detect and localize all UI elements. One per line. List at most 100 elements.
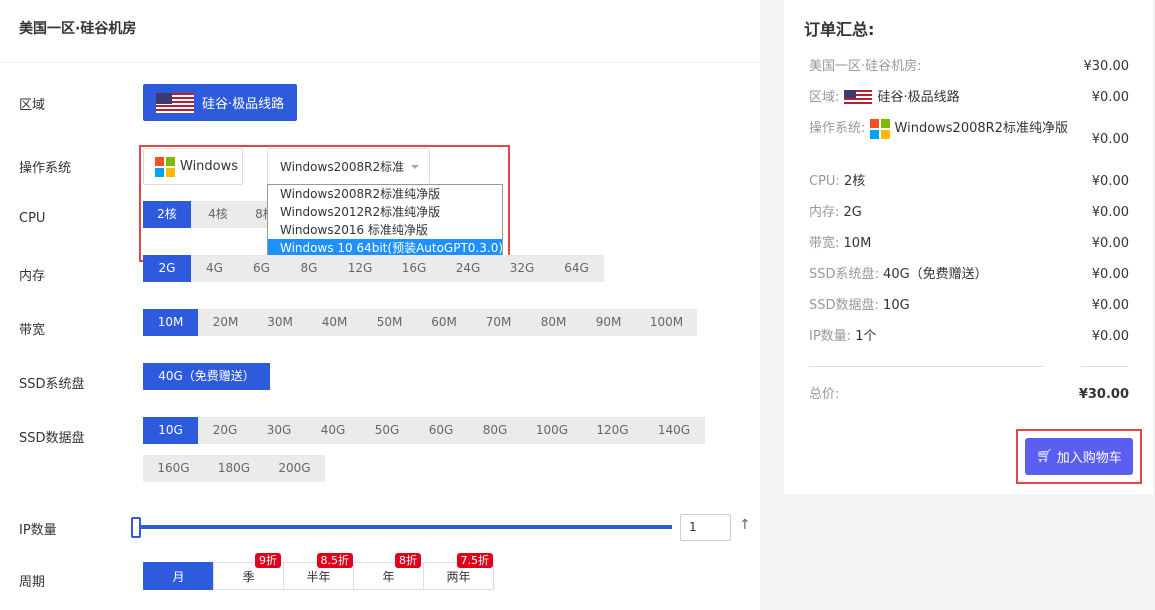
page-title: 美国一区·硅谷机房 <box>19 21 137 37</box>
ssd-data-option[interactable]: 140G <box>643 417 705 444</box>
discount-badge: 8.5折 <box>316 553 353 568</box>
ip-slider-track[interactable] <box>136 525 672 529</box>
os-label: 操作系统 <box>19 161 72 176</box>
bandwidth-option[interactable]: 100M <box>636 309 697 336</box>
period-option[interactable]: 月 <box>143 562 214 590</box>
ssd-system-label: SSD系统盘 <box>19 377 85 392</box>
bandwidth-option[interactable]: 40M <box>307 309 362 336</box>
ip-count-input[interactable]: 1 <box>680 514 731 541</box>
ssd-system-option[interactable]: 40G（免费赠送） <box>143 363 270 390</box>
summary-row-value: 1个 <box>855 329 877 344</box>
summary-row-value: 2核 <box>843 174 866 189</box>
bandwidth-label: 带宽 <box>19 323 46 338</box>
memory-option[interactable]: 8G <box>285 255 333 282</box>
summary-row-value: 硅谷·极品线路 <box>877 90 960 105</box>
ip-slider-handle[interactable] <box>131 517 141 538</box>
bandwidth-option[interactable]: 10M <box>143 309 198 336</box>
windows-icon <box>869 118 890 139</box>
ssd-data-option[interactable]: 160G <box>143 455 204 482</box>
ssd-data-option[interactable]: 20G <box>198 417 252 444</box>
summary-row-value: 2G <box>843 205 862 220</box>
region-option-button[interactable]: 硅谷·极品线路 <box>143 84 297 121</box>
summary-row-label: 美国一区·硅谷机房: <box>809 59 922 74</box>
ssd-data-option[interactable]: 100G <box>522 417 582 444</box>
memory-options: 2G 4G 6G 8G 12G 16G 24G 32G 64G <box>143 255 604 282</box>
memory-option[interactable]: 32G <box>495 255 549 282</box>
period-option-label: 季 <box>242 570 255 584</box>
period-option-label: 年 <box>382 570 395 584</box>
ssd-data-option[interactable]: 180G <box>204 455 264 482</box>
ip-count-label: IP数量 <box>19 523 57 538</box>
arrow-up-icon[interactable]: ↑ <box>739 517 751 533</box>
ssd-data-options-row1: 10G 20G 30G 40G 50G 60G 80G 100G 120G 14… <box>143 417 705 444</box>
ssd-data-option[interactable]: 60G <box>414 417 468 444</box>
divider <box>809 366 1043 367</box>
period-option-label: 两年 <box>446 570 471 584</box>
summary-title: 订单汇总: <box>804 20 875 39</box>
period-option-label: 半年 <box>306 570 331 584</box>
discount-badge: 9折 <box>255 553 281 568</box>
summary-row: SSD数据盘: 10G ¥0.00 <box>809 295 1129 317</box>
summary-row-label: CPU: <box>809 174 840 189</box>
summary-row-price: ¥0.00 <box>1091 236 1129 251</box>
ssd-data-option[interactable]: 120G <box>582 417 643 444</box>
memory-option[interactable]: 24G <box>441 255 495 282</box>
summary-row-label: 操作系统: <box>809 121 866 136</box>
summary-row-value: 10G <box>883 298 910 313</box>
summary-row-value: 10M <box>843 236 872 251</box>
summary-row-price: ¥0.00 <box>1091 132 1129 147</box>
summary-row: CPU: 2核 ¥0.00 <box>809 171 1129 193</box>
period-option[interactable]: 年 8折 <box>353 553 424 590</box>
ssd-data-option[interactable]: 40G <box>306 417 360 444</box>
summary-row: 区域: 硅谷·极品线路 ¥0.00 <box>809 87 1129 109</box>
summary-row: 操作系统: Windows2008R2标准纯净版 ¥0.00 <box>809 118 1129 147</box>
us-flag-icon <box>156 92 194 113</box>
summary-row-price: ¥0.00 <box>1091 329 1129 344</box>
summary-row: 美国一区·硅谷机房: ¥30.00 <box>809 56 1129 78</box>
ssd-data-label: SSD数据盘 <box>19 431 85 446</box>
bandwidth-option[interactable]: 60M <box>417 309 471 336</box>
summary-total-row: 总价: ¥30.00 <box>809 384 1129 406</box>
bandwidth-options: 10M 20M 30M 40M 50M 60M 70M 80M 90M 100M <box>143 309 697 336</box>
order-summary-panel: 订单汇总: 美国一区·硅谷机房: ¥30.00 区域: 硅谷·极品线路 ¥0.0… <box>784 0 1153 494</box>
ssd-data-option[interactable]: 200G <box>264 455 325 482</box>
summary-row: SSD系统盘: 40G（免费赠送） ¥0.00 <box>809 264 1129 286</box>
divider <box>0 62 760 63</box>
ssd-data-option[interactable]: 50G <box>360 417 414 444</box>
period-option[interactable]: 半年 8.5折 <box>283 553 354 590</box>
memory-label: 内存 <box>19 269 46 284</box>
config-panel: 美国一区·硅谷机房 区域 硅谷·极品线路 操作系统 Windows Window… <box>0 0 760 610</box>
bandwidth-option[interactable]: 80M <box>526 309 581 336</box>
period-options: 月 季 9折 半年 8.5折 年 8折 两年 7.5折 <box>143 553 494 590</box>
summary-row-label: 内存: <box>809 205 840 220</box>
memory-option[interactable]: 12G <box>333 255 387 282</box>
ssd-data-option[interactable]: 80G <box>468 417 522 444</box>
bandwidth-option[interactable]: 70M <box>471 309 526 336</box>
bandwidth-option[interactable]: 90M <box>581 309 636 336</box>
memory-option[interactable]: 2G <box>143 255 191 282</box>
summary-row-label: IP数量: <box>809 329 852 344</box>
bandwidth-option[interactable]: 30M <box>253 309 307 336</box>
period-label: 周期 <box>19 575 46 590</box>
summary-row-label: SSD数据盘: <box>809 298 879 313</box>
divider <box>1081 366 1128 367</box>
ssd-data-option[interactable]: 30G <box>252 417 306 444</box>
summary-row: 内存: 2G ¥0.00 <box>809 202 1129 224</box>
memory-option[interactable]: 4G <box>191 255 238 282</box>
bandwidth-option[interactable]: 20M <box>198 309 253 336</box>
ssd-system-options: 40G（免费赠送） <box>143 363 270 390</box>
region-option-label: 硅谷·极品线路 <box>202 97 285 112</box>
ssd-data-options-row2: 160G 180G 200G <box>143 455 325 482</box>
memory-option[interactable]: 64G <box>549 255 604 282</box>
memory-option[interactable]: 6G <box>238 255 285 282</box>
ssd-data-option[interactable]: 10G <box>143 417 198 444</box>
period-option[interactable]: 两年 7.5折 <box>423 553 494 590</box>
us-flag-icon <box>843 90 872 105</box>
summary-row-price: ¥0.00 <box>1091 90 1129 105</box>
memory-option[interactable]: 16G <box>387 255 441 282</box>
summary-row-label: 区域: <box>809 90 840 105</box>
bandwidth-option[interactable]: 50M <box>362 309 417 336</box>
summary-row-price: ¥0.00 <box>1091 205 1129 220</box>
summary-row-value: 40G（免费赠送） <box>883 267 988 282</box>
period-option[interactable]: 季 9折 <box>213 553 284 590</box>
